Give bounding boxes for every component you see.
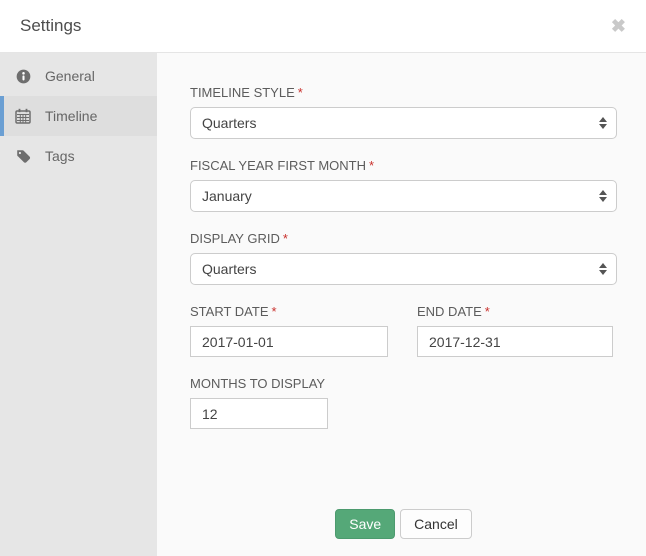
calendar-icon (15, 108, 31, 124)
timeline-style-select[interactable]: Quarters (190, 107, 617, 139)
settings-modal: Settings ✖ General (0, 0, 646, 556)
display-grid-label: DISPLAY GRID* (190, 231, 617, 246)
display-grid-select[interactable]: Quarters (190, 253, 617, 285)
settings-form: TIMELINE STYLE* Quarters FISCAL YEAR FIR… (157, 53, 646, 556)
date-range-row: START DATE* END DATE* (190, 304, 617, 357)
end-date-label: END DATE* (417, 304, 613, 319)
sidebar-item-timeline[interactable]: Timeline (0, 96, 157, 136)
end-date-group: END DATE* (417, 304, 613, 357)
sidebar-item-label: Timeline (45, 108, 97, 124)
end-date-input[interactable] (417, 326, 613, 357)
months-to-display-input[interactable] (190, 398, 328, 429)
save-button[interactable]: Save (335, 509, 395, 539)
tag-icon (15, 148, 31, 164)
close-button[interactable]: ✖ (611, 17, 626, 35)
sidebar-item-general[interactable]: General (0, 56, 157, 96)
months-to-display-group: MONTHS TO DISPLAY (190, 376, 617, 429)
modal-title: Settings (20, 16, 81, 36)
required-marker: * (369, 158, 374, 173)
required-marker: * (272, 304, 277, 319)
fiscal-month-group: FISCAL YEAR FIRST MONTH* January (190, 158, 617, 212)
fiscal-month-label: FISCAL YEAR FIRST MONTH* (190, 158, 617, 173)
fiscal-month-select[interactable]: January (190, 180, 617, 212)
sidebar-item-label: General (45, 68, 95, 84)
sidebar-item-label: Tags (45, 148, 75, 164)
timeline-style-group: TIMELINE STYLE* Quarters (190, 85, 617, 139)
modal-body: General Timeline (0, 53, 646, 556)
info-circle-icon (15, 68, 31, 84)
display-grid-group: DISPLAY GRID* Quarters (190, 231, 617, 285)
sidebar-item-tags[interactable]: Tags (0, 136, 157, 176)
start-date-input[interactable] (190, 326, 388, 357)
modal-footer: Save Cancel (190, 509, 617, 539)
start-date-label: START DATE* (190, 304, 388, 319)
months-to-display-label: MONTHS TO DISPLAY (190, 376, 617, 391)
cancel-button[interactable]: Cancel (400, 509, 472, 539)
start-date-group: START DATE* (190, 304, 388, 357)
required-marker: * (298, 85, 303, 100)
required-marker: * (485, 304, 490, 319)
timeline-style-label: TIMELINE STYLE* (190, 85, 617, 100)
sidebar: General Timeline (0, 53, 157, 556)
close-icon: ✖ (611, 16, 626, 36)
modal-header: Settings ✖ (0, 0, 646, 53)
required-marker: * (283, 231, 288, 246)
